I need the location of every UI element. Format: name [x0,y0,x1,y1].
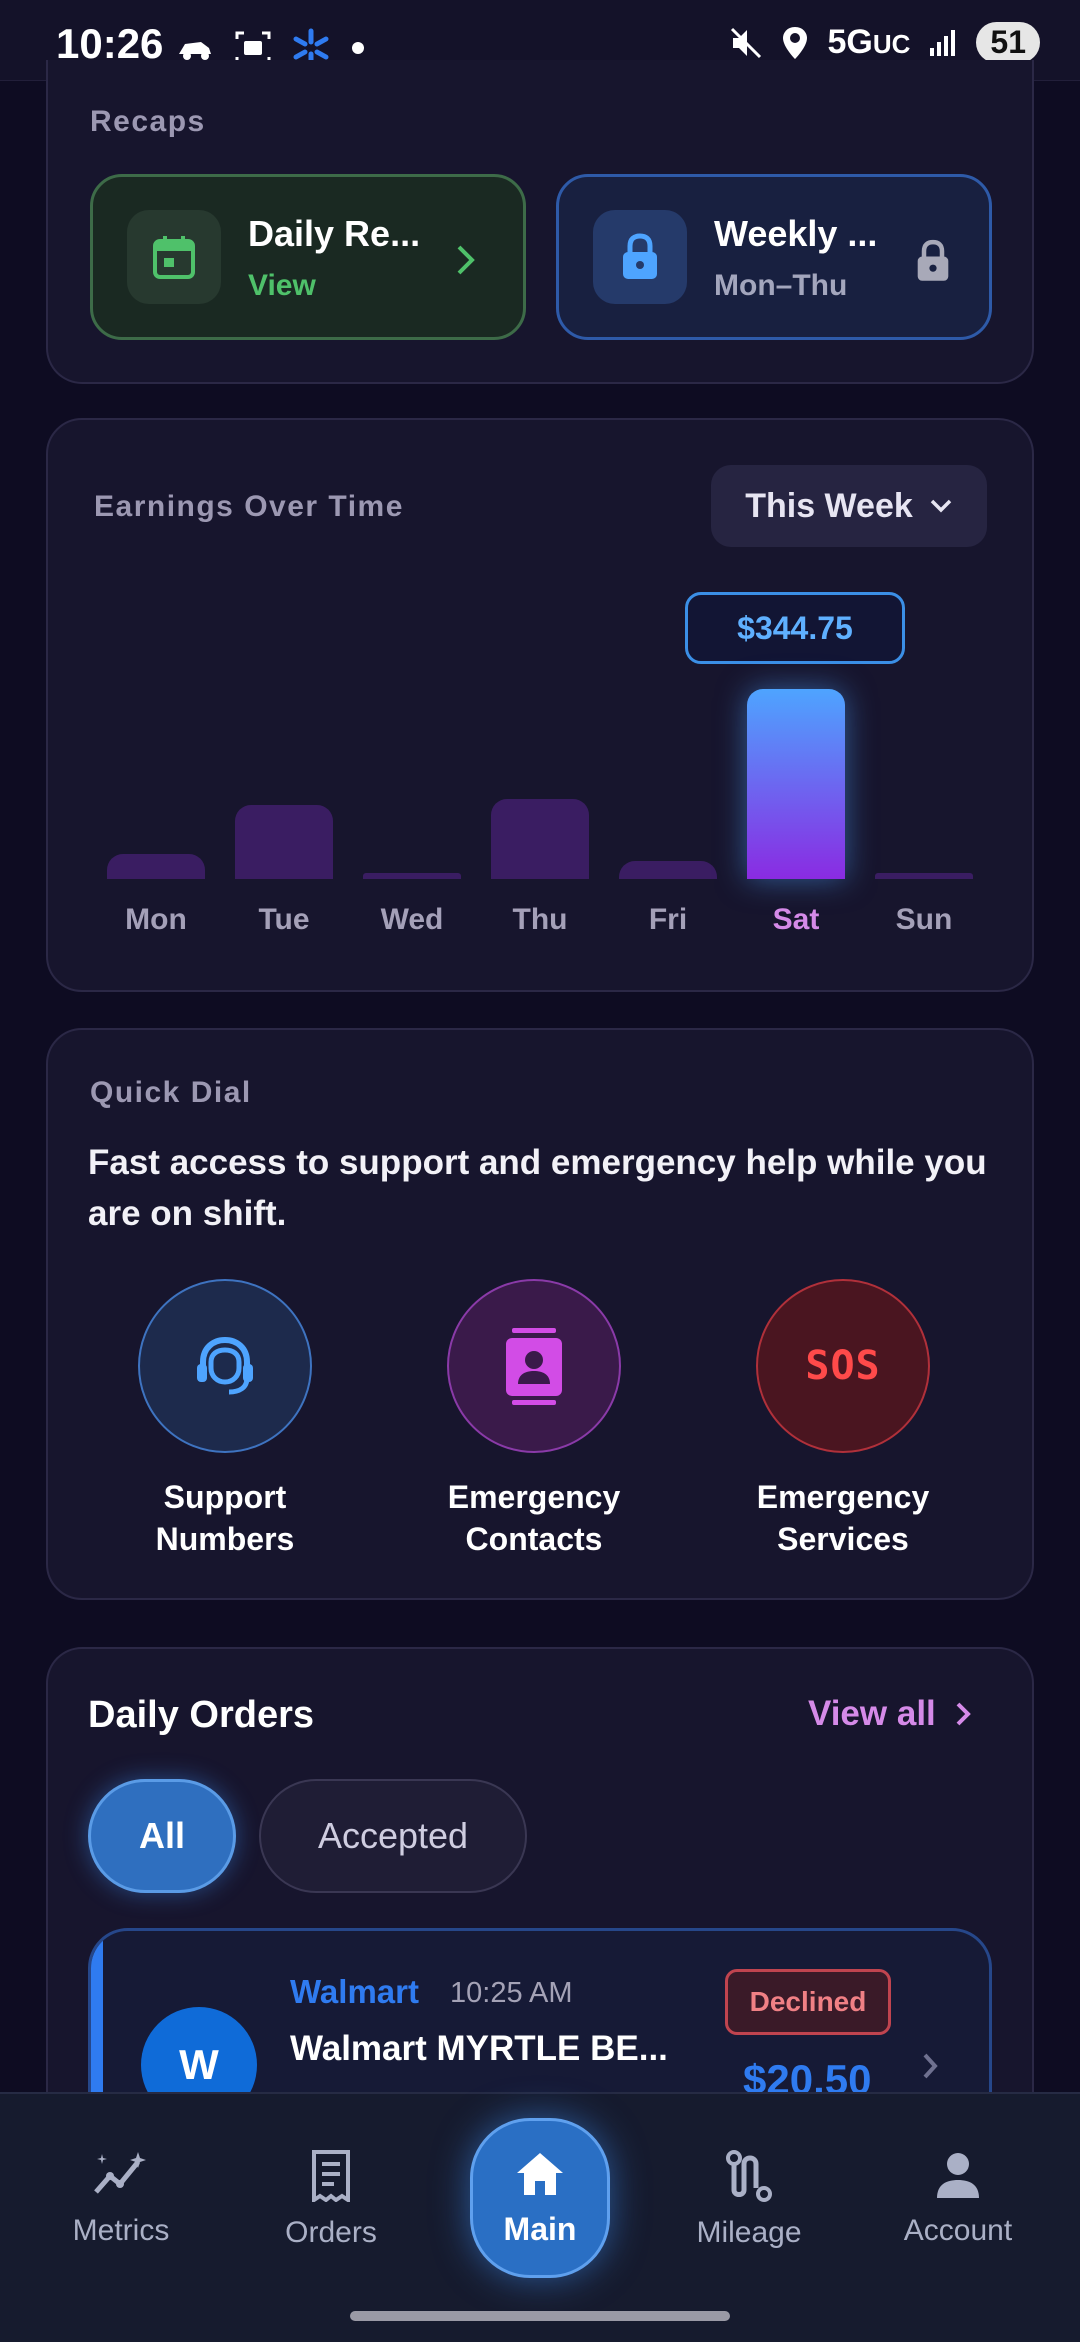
receipt-icon [312,2150,350,2202]
recaps-card: Recaps Daily Re... View Weekly ... Mon–T… [46,60,1034,384]
chart-day-label-sun: Sun [895,903,953,936]
daily-orders-title: Daily Orders [88,1694,314,1736]
quick-dial-description: Fast access to support and emergency hel… [88,1143,987,1233]
support-numbers-label: Support Numbers [155,1479,295,1557]
weekly-recap-icon-box [593,210,687,304]
chart-bar-sat[interactable] [747,689,845,879]
order-time: 10:25 AM [450,1977,573,2009]
nav-account[interactable]: Account [868,2150,1048,2248]
nav-main[interactable]: Main [470,2118,610,2278]
status-system-icons: 5GUC 51 [729,22,1040,63]
nav-orders-label: Orders [285,2216,377,2249]
chevron-down-icon [930,499,952,513]
calendar-icon [153,236,195,279]
network-type: 5GUC [827,23,911,61]
emergency-contacts-label: Emergency Contacts [447,1479,621,1557]
daily-recap-button[interactable]: Daily Re... View [90,174,526,340]
nav-mileage[interactable]: Mileage [659,2150,839,2250]
nav-account-label: Account [903,2214,1013,2247]
chart-bar-wed[interactable] [363,873,461,879]
location-icon [783,26,808,59]
view-all-label: View all [808,1694,936,1733]
chart-day-label-thu: Thu [512,903,568,936]
nav-metrics-label: Metrics [72,2214,170,2247]
chart-bar-tue[interactable] [235,805,333,879]
headset-icon [197,1336,253,1395]
chevron-right-icon [956,1702,971,1726]
nav-mileage-label: Mileage [696,2216,802,2249]
chart-day-label-tue: Tue [258,903,310,936]
daily-recap-title: Daily Re... [248,213,421,254]
order-name: Walmart MYRTLE BE... [290,2029,668,2068]
contact-card-icon [506,1328,562,1405]
nav-main-label: Main [503,2210,577,2247]
filter-accepted[interactable]: Accepted [259,1779,527,1893]
person-icon [937,2153,979,2198]
mute-icon [731,27,762,58]
order-store: Walmart [290,1973,419,2010]
emergency-contacts-button[interactable] [447,1279,621,1453]
earnings-tooltip: $344.75 [685,592,905,664]
home-indicator [350,2311,730,2321]
recaps-label: Recaps [90,105,206,138]
battery-indicator: 51 [976,22,1040,63]
weekly-recap-title: Weekly ... [714,213,878,254]
order-status-badge: Declined [725,1969,891,2035]
bottom-nav: Metrics Orders Main Mileage Account [0,2092,1080,2342]
chart-bar-thu[interactable] [491,799,589,879]
chart-bar-mon[interactable] [107,854,205,879]
chart-day-label-sat: Sat [772,903,820,936]
car-icon [179,42,211,60]
lock-icon [623,233,657,279]
metrics-icon [94,2152,146,2194]
chart-day-label-wed: Wed [380,903,444,936]
quick-dial-label: Quick Dial [90,1076,252,1109]
chart-day-label-mon: Mon [125,903,187,936]
view-all-link[interactable]: View all [808,1694,972,1734]
weekly-recap-subtitle: Mon–Thu [714,269,848,302]
sos-icon: SOS [805,1343,881,1389]
chart-bar-sun[interactable] [875,873,973,879]
support-numbers-button[interactable] [138,1279,312,1453]
lock-icon [917,239,949,281]
chevron-right-icon [923,2053,938,2079]
chart-day-label-fri: Fri [648,903,688,936]
chart-bar-fri[interactable] [619,861,717,879]
nav-orders[interactable]: Orders [241,2150,421,2250]
daily-recap-subtitle: View [248,269,316,302]
chevron-right-icon [457,245,475,275]
range-dropdown[interactable]: This Week [711,465,987,547]
emergency-services-label: Emergency Services [756,1479,930,1557]
dot-icon [352,42,364,54]
range-dropdown-label: This Week [745,486,913,525]
earnings-label: Earnings Over Time [94,490,404,523]
nav-metrics[interactable]: Metrics [31,2150,211,2248]
daily-recap-icon-box [127,210,221,304]
home-icon [517,2152,563,2195]
weekly-recap-button[interactable]: Weekly ... Mon–Thu [556,174,992,340]
route-icon [726,2150,772,2202]
emergency-services-button[interactable]: SOS [756,1279,930,1453]
filter-all[interactable]: All [88,1779,236,1893]
signal-icon [930,29,956,56]
